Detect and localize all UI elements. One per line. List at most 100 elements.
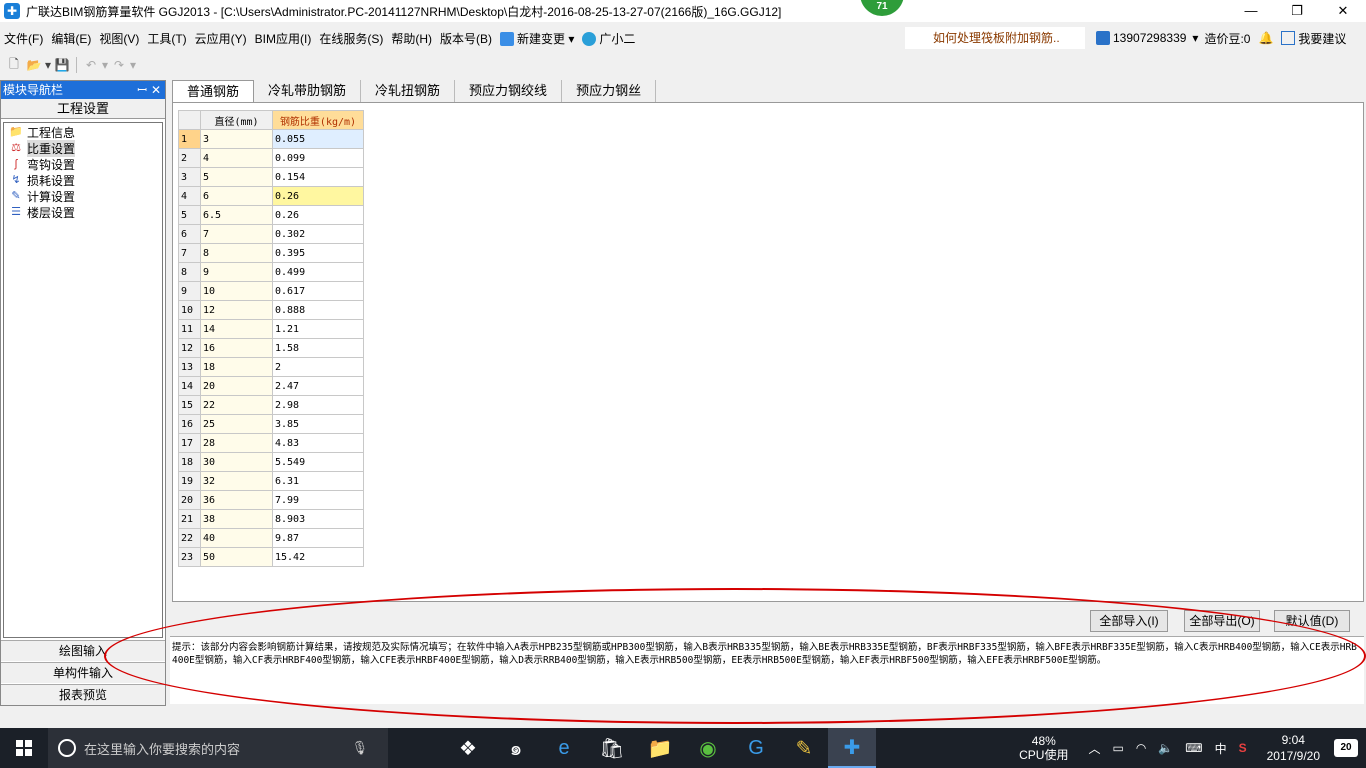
save-icon[interactable]: 💾 bbox=[52, 56, 72, 74]
unit-weight-cell[interactable]: 1.58 bbox=[272, 338, 364, 358]
table-row[interactable]: 14 20 2.47 bbox=[178, 376, 364, 396]
clock[interactable]: 9:04 2017/9/20 bbox=[1267, 732, 1320, 764]
menu-edit[interactable]: 编辑(E) bbox=[47, 30, 95, 47]
table-row[interactable]: 17 28 4.83 bbox=[178, 433, 364, 453]
table-row[interactable]: 20 36 7.99 bbox=[178, 490, 364, 510]
microphone-icon[interactable]: 🎙 bbox=[351, 740, 368, 756]
edge-browser-icon[interactable]: e bbox=[540, 728, 588, 768]
unit-weight-cell[interactable]: 7.99 bbox=[272, 490, 364, 510]
row-number[interactable]: 21 bbox=[178, 509, 201, 529]
table-row[interactable]: 7 8 0.395 bbox=[178, 243, 364, 263]
ime-indicator[interactable]: 中 bbox=[1215, 740, 1227, 757]
row-number[interactable]: 11 bbox=[178, 319, 201, 339]
diameter-cell[interactable]: 22 bbox=[200, 395, 273, 415]
store-icon[interactable]: 🛍 bbox=[588, 728, 636, 768]
menu-tools[interactable]: 工具(T) bbox=[143, 30, 190, 47]
diameter-cell[interactable]: 36 bbox=[200, 490, 273, 510]
row-number[interactable]: 14 bbox=[178, 376, 201, 396]
row-number[interactable]: 22 bbox=[178, 528, 201, 548]
diameter-cell[interactable]: 32 bbox=[200, 471, 273, 491]
table-row[interactable]: 18 30 5.549 bbox=[178, 452, 364, 472]
tree-item-calc-settings[interactable]: ✎ 计算设置 bbox=[4, 188, 162, 204]
export-all-button[interactable]: 全部导出(O) bbox=[1184, 610, 1260, 632]
diameter-cell[interactable]: 25 bbox=[200, 414, 273, 434]
row-number[interactable]: 13 bbox=[178, 357, 201, 377]
windows-start-icon[interactable] bbox=[0, 728, 48, 768]
task-view-icon[interactable]: ❖ bbox=[444, 728, 492, 768]
diameter-cell[interactable]: 30 bbox=[200, 452, 273, 472]
diameter-cell[interactable]: 4 bbox=[200, 148, 273, 168]
unit-weight-cell[interactable]: 0.26 bbox=[272, 205, 364, 225]
unit-weight-cell[interactable]: 8.903 bbox=[272, 509, 364, 529]
pin-icon[interactable]: ꟷ bbox=[137, 81, 147, 99]
tree-item-loss-settings[interactable]: ↯ 损耗设置 bbox=[4, 172, 162, 188]
import-all-button[interactable]: 全部导入(I) bbox=[1090, 610, 1168, 632]
undo-dropdown-icon[interactable]: ▾ bbox=[101, 56, 109, 74]
unit-weight-cell[interactable]: 2 bbox=[272, 357, 364, 377]
undo-icon[interactable]: ↶ bbox=[81, 56, 101, 74]
tree-item-project-info[interactable]: 📁 工程信息 bbox=[4, 124, 162, 140]
new-file-icon[interactable]: 🗋 bbox=[4, 56, 24, 74]
diameter-cell[interactable]: 50 bbox=[200, 547, 273, 567]
unit-weight-cell[interactable]: 0.055 bbox=[272, 129, 364, 149]
diameter-cell[interactable]: 9 bbox=[200, 262, 273, 282]
guangxiaoer-button[interactable]: 广小二 bbox=[578, 30, 639, 47]
unit-weight-cell[interactable]: 0.154 bbox=[272, 167, 364, 187]
unit-weight-header[interactable]: 钢筋比重(kg/m) bbox=[272, 110, 364, 130]
nav-single-component-input[interactable]: 单构件输入 bbox=[1, 662, 165, 683]
row-number[interactable]: 16 bbox=[178, 414, 201, 434]
diameter-cell[interactable]: 6 bbox=[200, 186, 273, 206]
menu-version[interactable]: 版本号(B) bbox=[436, 30, 496, 47]
nav-drawing-input[interactable]: 绘图输入 bbox=[1, 640, 165, 661]
tray-expand-icon[interactable]: ︿ bbox=[1088, 740, 1100, 757]
row-number[interactable]: 20 bbox=[178, 490, 201, 510]
menu-file[interactable]: 文件(F) bbox=[0, 30, 47, 47]
notes-app-icon[interactable]: ✎ bbox=[780, 728, 828, 768]
diameter-cell[interactable]: 28 bbox=[200, 433, 273, 453]
table-row[interactable]: 13 18 2 bbox=[178, 357, 364, 377]
unit-weight-cell[interactable]: 0.395 bbox=[272, 243, 364, 263]
unit-weight-cell[interactable]: 0.888 bbox=[272, 300, 364, 320]
table-row[interactable]: 16 25 3.85 bbox=[178, 414, 364, 434]
row-number[interactable]: 4 bbox=[178, 186, 201, 206]
menu-cloud[interactable]: 云应用(Y) bbox=[191, 30, 251, 47]
row-number[interactable]: 1 bbox=[178, 129, 201, 149]
row-number[interactable]: 2 bbox=[178, 148, 201, 168]
unit-weight-cell[interactable]: 0.26 bbox=[272, 186, 364, 206]
unit-weight-cell[interactable]: 9.87 bbox=[272, 528, 364, 548]
close-button[interactable]: ✕ bbox=[1320, 0, 1366, 22]
row-number[interactable]: 6 bbox=[178, 224, 201, 244]
bell-icon[interactable]: 🔔 bbox=[1258, 31, 1273, 45]
row-number[interactable]: 10 bbox=[178, 300, 201, 320]
table-row[interactable]: 8 9 0.499 bbox=[178, 262, 364, 282]
taskbar-search-box[interactable]: 在这里输入你要搜索的内容 🎙 bbox=[48, 728, 388, 768]
redo-dropdown-icon[interactable]: ▾ bbox=[129, 56, 137, 74]
question-search-box[interactable]: 如何处理筏板附加钢筋.. bbox=[905, 27, 1085, 49]
table-row[interactable]: 12 16 1.58 bbox=[178, 338, 364, 358]
row-number[interactable]: 17 bbox=[178, 433, 201, 453]
row-number[interactable]: 8 bbox=[178, 262, 201, 282]
unit-weight-cell[interactable]: 3.85 bbox=[272, 414, 364, 434]
unit-weight-cell[interactable]: 1.21 bbox=[272, 319, 364, 339]
table-row[interactable]: 1 3 0.055 bbox=[178, 129, 364, 149]
unit-weight-cell[interactable]: 0.617 bbox=[272, 281, 364, 301]
menu-help[interactable]: 帮助(H) bbox=[387, 30, 436, 47]
tab-prestressed-strand[interactable]: 预应力钢绞线 bbox=[455, 80, 563, 102]
table-row[interactable]: 22 40 9.87 bbox=[178, 528, 364, 548]
row-number[interactable]: 23 bbox=[178, 547, 201, 567]
menu-online[interactable]: 在线服务(S) bbox=[315, 30, 387, 47]
unit-weight-cell[interactable]: 0.099 bbox=[272, 148, 364, 168]
file-explorer-icon[interactable]: 📁 bbox=[636, 728, 684, 768]
table-row[interactable]: 2 4 0.099 bbox=[178, 148, 364, 168]
tab-cold-rolled-ribbed[interactable]: 冷轧带肋钢筋 bbox=[254, 80, 362, 102]
nav-close-icon[interactable]: ✕ bbox=[151, 81, 161, 99]
diameter-cell[interactable]: 38 bbox=[200, 509, 273, 529]
diameter-cell[interactable]: 18 bbox=[200, 357, 273, 377]
score-badge[interactable]: 71 bbox=[860, 0, 904, 16]
menu-bim[interactable]: BIM应用(I) bbox=[251, 30, 316, 47]
unit-weight-cell[interactable]: 4.83 bbox=[272, 433, 364, 453]
battery-icon[interactable]: ▭ bbox=[1112, 741, 1123, 755]
new-change-button[interactable]: 新建变更 ▾ bbox=[496, 30, 578, 47]
diameter-cell[interactable]: 40 bbox=[200, 528, 273, 548]
diameter-cell[interactable]: 7 bbox=[200, 224, 273, 244]
